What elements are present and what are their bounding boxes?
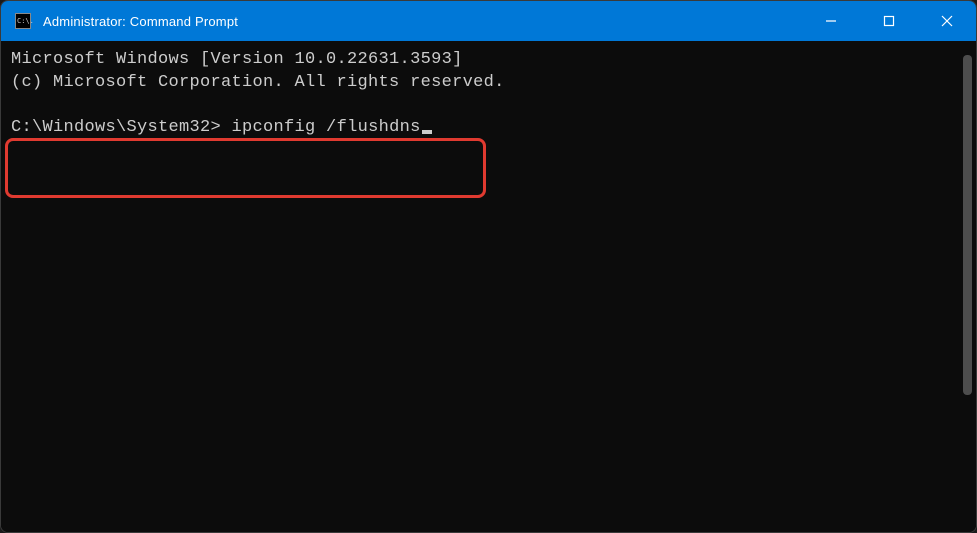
window-controls <box>802 1 976 41</box>
command-line[interactable]: C:\Windows\System32> ipconfig /flushdns <box>11 117 950 140</box>
command-prompt-window: C:\. Administrator: Command Prompt Micro… <box>0 0 977 533</box>
minimize-icon <box>825 15 837 27</box>
window-title: Administrator: Command Prompt <box>43 14 802 29</box>
prompt-text: C:\Windows\System32> <box>11 117 232 140</box>
cmd-icon: C:\. <box>15 13 31 29</box>
annotation-highlight <box>5 138 486 198</box>
copyright-line: (c) Microsoft Corporation. All rights re… <box>11 72 950 95</box>
maximize-icon <box>883 15 895 27</box>
client-area: Microsoft Windows [Version 10.0.22631.35… <box>1 41 976 532</box>
maximize-button[interactable] <box>860 1 918 41</box>
minimize-button[interactable] <box>802 1 860 41</box>
terminal-output[interactable]: Microsoft Windows [Version 10.0.22631.35… <box>1 41 960 532</box>
close-button[interactable] <box>918 1 976 41</box>
titlebar[interactable]: C:\. Administrator: Command Prompt <box>1 1 976 41</box>
text-cursor <box>422 130 432 134</box>
os-version-line: Microsoft Windows [Version 10.0.22631.35… <box>11 49 950 72</box>
command-text: ipconfig /flushdns <box>232 117 421 140</box>
vertical-scrollbar[interactable] <box>960 41 976 532</box>
close-icon <box>941 15 953 27</box>
scrollbar-thumb[interactable] <box>963 55 972 395</box>
